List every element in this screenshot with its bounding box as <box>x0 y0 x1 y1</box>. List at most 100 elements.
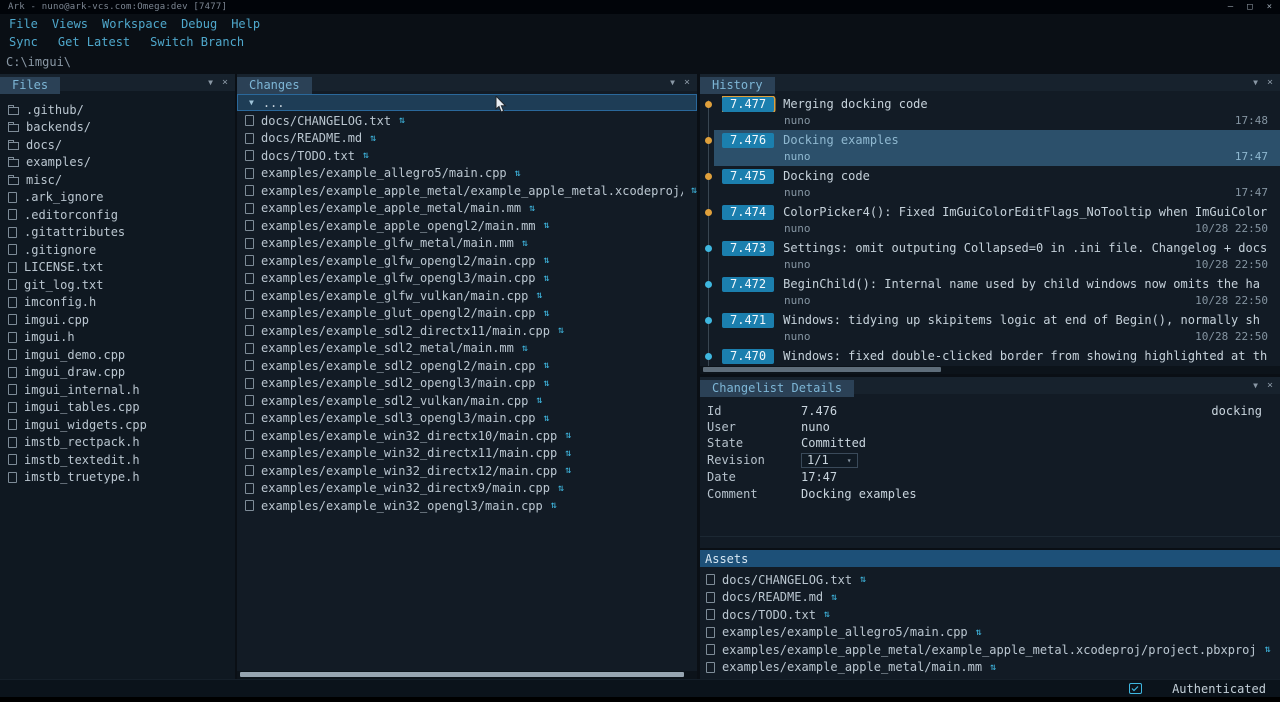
asset-item[interactable]: docs/README.md⇅ <box>700 589 1280 607</box>
assets-header[interactable]: Assets <box>700 550 1280 567</box>
changed-file-item[interactable]: examples/example_sdl2_opengl2/main.cpp⇅ <box>237 357 697 375</box>
file-tree-item[interactable]: .editorconfig <box>0 206 235 224</box>
file-tree-item[interactable]: docs/ <box>0 136 235 154</box>
file-tree-item[interactable]: .gitignore <box>0 241 235 259</box>
expand-icon[interactable]: ▼ <box>249 98 254 107</box>
changed-file-item[interactable]: examples/example_win32_directx10/main.cp… <box>237 427 697 445</box>
file-tree-item[interactable]: imgui_tables.cpp <box>0 399 235 417</box>
changed-file-item[interactable]: examples/example_glfw_metal/main.mm⇅ <box>237 235 697 253</box>
files-panel-title[interactable]: Files <box>0 77 60 94</box>
file-icon <box>8 454 17 465</box>
changed-file-item[interactable]: examples/example_win32_directx12/main.cp… <box>237 462 697 480</box>
file-tree-item[interactable]: imgui.h <box>0 329 235 347</box>
close-panel-icon[interactable]: × <box>222 78 228 88</box>
file-tree-item[interactable]: examples/ <box>0 154 235 172</box>
history-item[interactable]: 7.473Settings: omit outputing Collapsed=… <box>714 238 1280 274</box>
file-tree-item[interactable]: LICENSE.txt <box>0 259 235 277</box>
file-tree-item[interactable]: .ark_ignore <box>0 189 235 207</box>
scrollbar-thumb[interactable] <box>240 672 684 677</box>
horizontal-scrollbar[interactable] <box>700 366 1280 374</box>
file-tree-item[interactable]: imconfig.h <box>0 294 235 312</box>
changed-file-item[interactable]: examples/example_win32_directx9/main.cpp… <box>237 480 697 498</box>
filter-icon[interactable]: ▼ <box>1253 382 1258 390</box>
file-tree-item[interactable]: imgui_demo.cpp <box>0 346 235 364</box>
changed-file-item[interactable]: examples/example_glfw_opengl3/main.cpp⇅ <box>237 270 697 288</box>
asset-item[interactable]: examples/example_allegro5/main.cpp⇅ <box>700 624 1280 642</box>
changed-file-item[interactable]: examples/example_apple_metal/example_app… <box>237 182 697 200</box>
changes-root-row[interactable]: ▼ ... <box>237 94 697 111</box>
asset-item[interactable]: examples/example_apple_metal/example_app… <box>700 641 1280 659</box>
changed-file-item[interactable]: examples/example_sdl2_directx11/main.cpp… <box>237 322 697 340</box>
close-button[interactable]: × <box>1267 3 1272 12</box>
file-name: examples/example_apple_metal/main.mm <box>261 201 521 215</box>
file-tree-item[interactable]: imgui_widgets.cpp <box>0 416 235 434</box>
commit-message: Windows: tidying up skipitems logic at e… <box>783 313 1260 327</box>
history-item[interactable]: 7.477Merging docking codenuno17:48 <box>714 94 1280 130</box>
revision-selector[interactable]: 1/1 ▾ <box>801 453 858 468</box>
filter-icon[interactable]: ▼ <box>670 79 675 87</box>
toolbar-button-get-latest[interactable]: Get Latest <box>51 35 137 49</box>
toolbar-button-switch-branch[interactable]: Switch Branch <box>143 35 251 49</box>
changed-file-item[interactable]: examples/example_win32_opengl3/main.cpp⇅ <box>237 497 697 515</box>
horizontal-scrollbar[interactable] <box>237 671 697 679</box>
menu-item-help[interactable]: Help <box>224 17 267 31</box>
changed-file-item[interactable]: docs/TODO.txt⇅ <box>237 147 697 165</box>
maximize-button[interactable]: □ <box>1247 3 1252 12</box>
file-tree-item[interactable]: imgui.cpp <box>0 311 235 329</box>
asset-name: docs/README.md <box>722 590 823 604</box>
minimize-button[interactable]: – <box>1228 3 1233 12</box>
changed-file-item[interactable]: examples/example_sdl3_opengl3/main.cpp⇅ <box>237 410 697 428</box>
history-item[interactable]: 7.470Windows: fixed double-clicked borde… <box>714 346 1280 366</box>
filter-icon[interactable]: ▼ <box>1253 79 1258 87</box>
changed-file-item[interactable]: examples/example_sdl2_metal/main.mm⇅ <box>237 340 697 358</box>
file-tree-item[interactable]: imgui_draw.cpp <box>0 364 235 382</box>
file-icon <box>8 349 17 360</box>
file-tree-item[interactable]: imstb_textedit.h <box>0 451 235 469</box>
menu-item-views[interactable]: Views <box>45 17 95 31</box>
changed-file-item[interactable]: examples/example_apple_opengl2/main.mm⇅ <box>237 217 697 235</box>
changed-file-item[interactable]: examples/example_allegro5/main.cpp⇅ <box>237 165 697 183</box>
authenticated-icon <box>1129 683 1142 694</box>
close-panel-icon[interactable]: × <box>684 78 690 88</box>
history-item[interactable]: 7.476Docking examplesnuno17:47 <box>714 130 1280 166</box>
close-panel-icon[interactable]: × <box>1267 78 1273 88</box>
history-panel-title[interactable]: History <box>700 77 775 94</box>
menu-item-file[interactable]: File <box>2 17 45 31</box>
history-item[interactable]: 7.471Windows: tidying up skipitems logic… <box>714 310 1280 346</box>
asset-item[interactable]: docs/CHANGELOG.txt⇅ <box>700 571 1280 589</box>
changed-file-item[interactable]: examples/example_glfw_opengl2/main.cpp⇅ <box>237 252 697 270</box>
changed-file-item[interactable]: examples/example_glfw_vulkan/main.cpp⇅ <box>237 287 697 305</box>
file-tree-item[interactable]: imstb_truetype.h <box>0 469 235 487</box>
file-tree-item[interactable]: git_log.txt <box>0 276 235 294</box>
history-item[interactable]: 7.472BeginChild(): Internal name used by… <box>714 274 1280 310</box>
changed-file-item[interactable]: examples/example_sdl2_opengl3/main.cpp⇅ <box>237 375 697 393</box>
details-panel-title[interactable]: Changelist Details <box>700 380 854 397</box>
changed-file-item[interactable]: docs/CHANGELOG.txt⇅ <box>237 112 697 130</box>
changed-icon: ⇅ <box>544 413 550 424</box>
changes-panel-title[interactable]: Changes <box>237 77 312 94</box>
filter-icon[interactable]: ▼ <box>208 79 213 87</box>
close-panel-icon[interactable]: × <box>1267 381 1273 391</box>
menu-item-debug[interactable]: Debug <box>174 17 224 31</box>
file-tree-item[interactable]: backends/ <box>0 119 235 137</box>
asset-item[interactable]: examples/example_apple_metal/main.mm⇅ <box>700 659 1280 677</box>
file-tree-item[interactable]: misc/ <box>0 171 235 189</box>
file-tree-item[interactable]: .gitattributes <box>0 224 235 242</box>
changed-file-item[interactable]: examples/example_sdl2_vulkan/main.cpp⇅ <box>237 392 697 410</box>
changed-file-item[interactable]: examples/example_win32_directx11/main.cp… <box>237 445 697 463</box>
file-name: examples/example_glfw_opengl2/main.cpp <box>261 254 536 268</box>
changed-file-item[interactable]: examples/example_glut_opengl2/main.cpp⇅ <box>237 305 697 323</box>
menu-item-workspace[interactable]: Workspace <box>95 17 174 31</box>
file-tree-item[interactable]: .github/ <box>0 101 235 119</box>
file-tree-item[interactable]: imstb_rectpack.h <box>0 434 235 452</box>
scrollbar-thumb[interactable] <box>703 367 941 372</box>
file-tree-item[interactable]: imgui_internal.h <box>0 381 235 399</box>
toolbar-button-sync[interactable]: Sync <box>2 35 45 49</box>
chevron-down-icon[interactable]: ▾ <box>847 456 852 465</box>
changed-file-item[interactable]: examples/example_apple_metal/main.mm⇅ <box>237 200 697 218</box>
history-item[interactable]: 7.475Docking codenuno17:47 <box>714 166 1280 202</box>
changed-file-item[interactable]: docs/README.md⇅ <box>237 130 697 148</box>
file-icon <box>245 150 254 161</box>
asset-item[interactable]: docs/TODO.txt⇅ <box>700 606 1280 624</box>
history-item[interactable]: 7.474ColorPicker4(): Fixed ImGuiColorEdi… <box>714 202 1280 238</box>
